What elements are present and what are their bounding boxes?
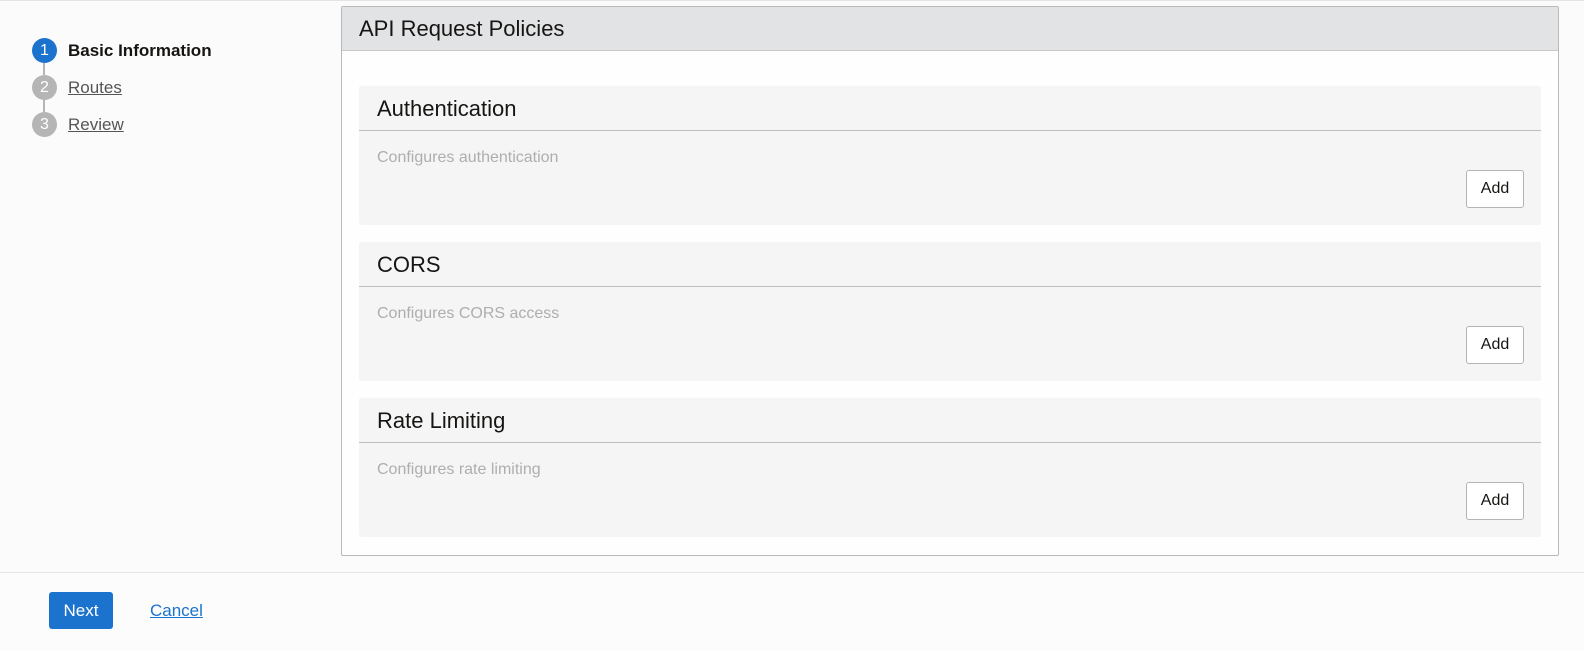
- policy-section-rate-limiting: Rate Limiting Configures rate limiting A…: [359, 398, 1541, 537]
- add-rate-limiting-button[interactable]: Add: [1466, 482, 1524, 520]
- step-label-basic-information: Basic Information: [68, 41, 212, 60]
- panel-title: API Request Policies: [342, 7, 1558, 51]
- policy-description-authentication: Configures authentication: [377, 149, 559, 166]
- wizard-footer: Next Cancel: [0, 572, 1584, 650]
- api-request-policies-panel: API Request Policies Authentication Conf…: [341, 6, 1559, 556]
- policy-title-rate-limiting: Rate Limiting: [359, 398, 1541, 443]
- policy-description-cors: Configures CORS access: [377, 305, 560, 322]
- step-routes[interactable]: 2 Routes: [32, 75, 312, 112]
- step-connector: [43, 63, 45, 75]
- step-number-badge: 1: [32, 38, 57, 63]
- policy-description-rate-limiting: Configures rate limiting: [377, 461, 541, 478]
- step-number-badge: 3: [32, 112, 57, 137]
- policy-section-cors: CORS Configures CORS access Add: [359, 242, 1541, 381]
- policy-section-authentication: Authentication Configures authentication…: [359, 86, 1541, 225]
- policy-title-cors: CORS: [359, 242, 1541, 287]
- cancel-link[interactable]: Cancel: [150, 601, 203, 621]
- policy-title-authentication: Authentication: [359, 86, 1541, 131]
- step-basic-information: 1 Basic Information: [32, 38, 312, 75]
- next-button[interactable]: Next: [49, 592, 113, 629]
- step-review[interactable]: 3 Review: [32, 112, 312, 149]
- step-link-routes[interactable]: Routes: [68, 75, 122, 100]
- top-divider: [0, 0, 1584, 3]
- step-connector: [43, 100, 45, 112]
- add-cors-button[interactable]: Add: [1466, 326, 1524, 364]
- step-number-badge: 2: [32, 75, 57, 100]
- wizard-steps: 1 Basic Information 2 Routes 3 Review: [32, 38, 312, 149]
- add-authentication-button[interactable]: Add: [1466, 170, 1524, 208]
- step-link-review[interactable]: Review: [68, 112, 124, 137]
